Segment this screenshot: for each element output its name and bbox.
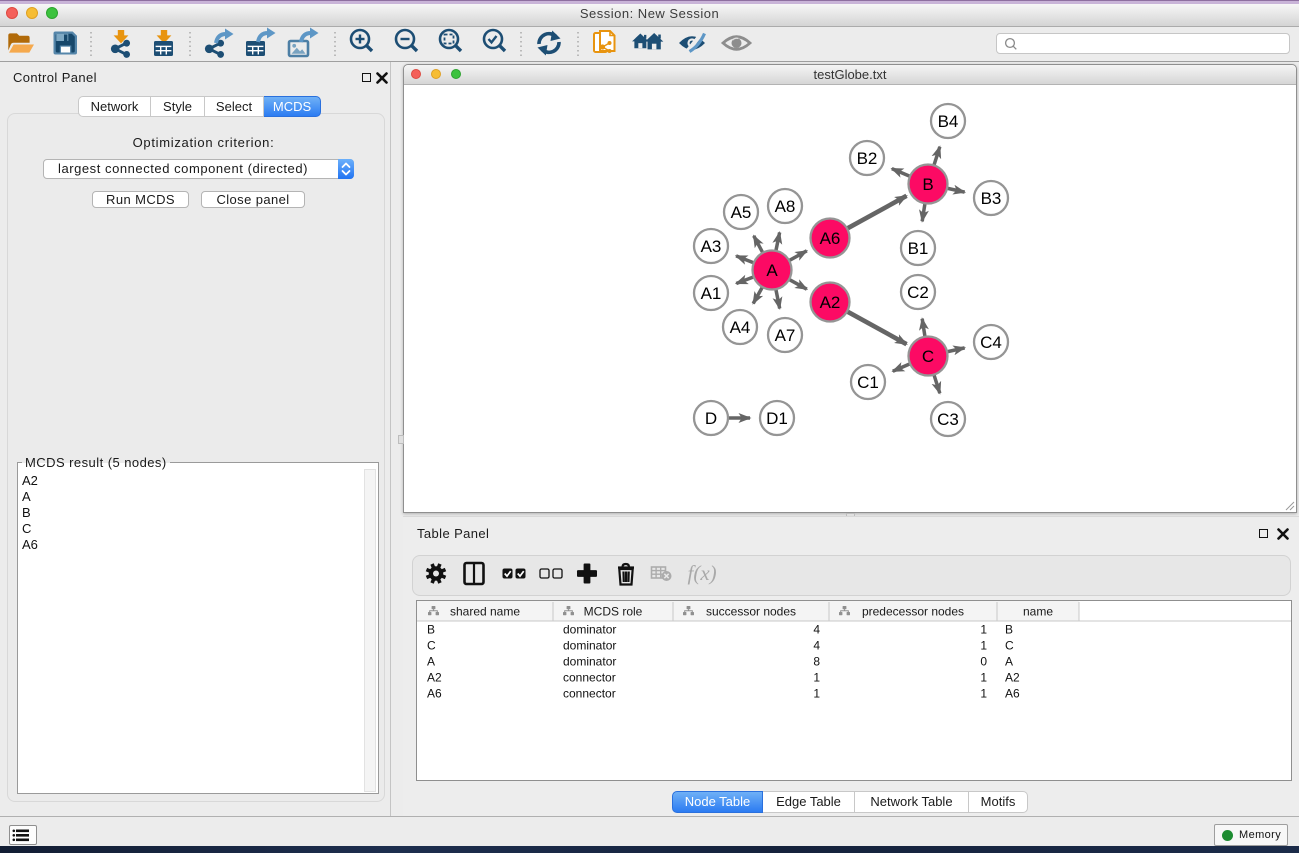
svg-text:A: A	[1005, 655, 1013, 669]
svg-text:A1: A1	[701, 284, 722, 303]
svg-text:connector: connector	[563, 687, 616, 701]
svg-text:A: A	[427, 655, 435, 669]
svg-text:B: B	[1005, 623, 1013, 637]
svg-text:A6: A6	[1005, 687, 1020, 701]
svg-text:1: 1	[980, 623, 987, 637]
svg-text:C4: C4	[980, 333, 1002, 352]
svg-text:A4: A4	[730, 318, 751, 337]
svg-text:1: 1	[813, 671, 820, 685]
svg-text:4: 4	[813, 623, 820, 637]
svg-text:A8: A8	[775, 197, 796, 216]
svg-text:D: D	[705, 409, 717, 428]
svg-text:C1: C1	[857, 373, 879, 392]
svg-text:dominator: dominator	[563, 639, 616, 653]
svg-text:C2: C2	[907, 283, 929, 302]
svg-text:A6: A6	[427, 687, 442, 701]
svg-text:dominator: dominator	[563, 623, 616, 637]
svg-text:0: 0	[980, 655, 987, 669]
svg-text:A6: A6	[820, 229, 841, 248]
svg-text:1: 1	[980, 687, 987, 701]
svg-text:D1: D1	[766, 409, 788, 428]
svg-text:successor nodes: successor nodes	[706, 605, 796, 619]
svg-text:A5: A5	[731, 203, 752, 222]
svg-text:1: 1	[980, 671, 987, 685]
svg-text:B2: B2	[857, 149, 878, 168]
svg-text:B3: B3	[981, 189, 1002, 208]
svg-text:shared name: shared name	[450, 605, 520, 619]
svg-text:name: name	[1023, 605, 1053, 619]
svg-text:4: 4	[813, 639, 820, 653]
svg-text:8: 8	[813, 655, 820, 669]
svg-text:dominator: dominator	[563, 655, 616, 669]
svg-text:B: B	[922, 175, 933, 194]
svg-text:C3: C3	[937, 410, 959, 429]
svg-text:A3: A3	[701, 237, 722, 256]
svg-text:A2: A2	[427, 671, 442, 685]
svg-text:connector: connector	[563, 671, 616, 685]
svg-text:B4: B4	[938, 112, 959, 131]
svg-text:A2: A2	[1005, 671, 1020, 685]
svg-text:C: C	[427, 639, 436, 653]
svg-text:A2: A2	[820, 293, 841, 312]
svg-text:C: C	[922, 347, 934, 366]
svg-text:B: B	[427, 623, 435, 637]
svg-text:f(x): f(x)	[688, 561, 717, 585]
svg-text:A: A	[766, 261, 778, 280]
svg-text:predecessor nodes: predecessor nodes	[862, 605, 964, 619]
svg-text:B1: B1	[908, 239, 929, 258]
svg-text:C: C	[1005, 639, 1014, 653]
svg-text:1: 1	[980, 639, 987, 653]
svg-text:1: 1	[813, 687, 820, 701]
svg-text:A7: A7	[775, 326, 796, 345]
svg-text:MCDS role: MCDS role	[584, 605, 643, 619]
